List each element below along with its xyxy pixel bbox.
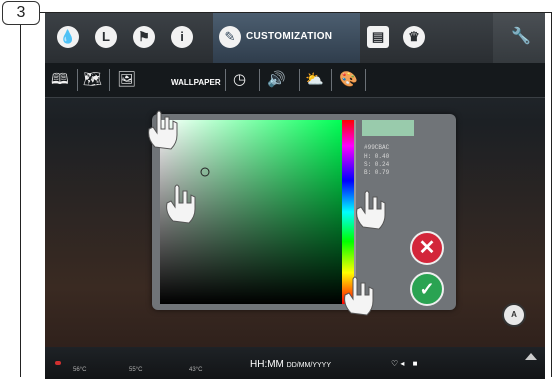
- time: HH:MM: [250, 359, 284, 370]
- divider: [109, 69, 110, 91]
- status-icons: ♡ ◂ ■: [391, 359, 418, 368]
- clock: HH:MM DD/MM/YYYY: [250, 359, 331, 370]
- wrench-icon: 🔧: [511, 28, 531, 45]
- tab-settings[interactable]: 🔧: [493, 13, 545, 63]
- status-led: [55, 361, 61, 365]
- info-icon[interactable]: i: [171, 26, 193, 48]
- oven-screen: 💧 L ⚑ i ✎ CUSTOMIZATION ▤ ♛ 🔧 🕮 🗺 🖼 WALL…: [45, 13, 545, 379]
- device-icon: ■: [412, 359, 418, 368]
- chef-icon[interactable]: ♛: [403, 26, 425, 48]
- weather-icon[interactable]: ⛅: [305, 70, 324, 90]
- expand-caret-icon[interactable]: [525, 353, 537, 360]
- sv-cursor: [200, 167, 210, 177]
- brightness-value: B: 0.79: [364, 169, 390, 176]
- swipe-hand-icon: [356, 190, 386, 230]
- date: DD/MM/YYYY: [286, 362, 332, 369]
- temperature-readout: 43°C: [189, 367, 203, 373]
- step-badge: 3: [2, 1, 40, 25]
- confirm-button[interactable]: ✓: [410, 272, 444, 306]
- divider: [77, 69, 78, 91]
- timer-icon[interactable]: L: [95, 26, 117, 48]
- top-bar: 💧 L ⚑ i ✎ CUSTOMIZATION ▤ ♛ 🔧: [45, 13, 545, 63]
- temperature-readout: 55°C: [129, 367, 143, 373]
- wifi-icon: ♡: [391, 359, 399, 368]
- saturation-value: S: 0.24: [364, 161, 390, 168]
- water-drop-icon[interactable]: 💧: [57, 26, 79, 48]
- wallpaper-label: WALLPAPER: [171, 78, 221, 87]
- swipe-hand-icon: [148, 110, 178, 150]
- clock-icon[interactable]: ◷: [233, 70, 246, 90]
- divider: [299, 69, 300, 91]
- grid-icon[interactable]: ▤: [367, 26, 389, 48]
- divider: [331, 69, 332, 91]
- hex-value: #99CBAC: [364, 144, 390, 151]
- status-bar: 56°C 55°C 43°C HH:MM DD/MM/YYYY ♡ ◂ ■: [45, 347, 545, 379]
- font-button[interactable]: A: [502, 303, 526, 327]
- swipe-hand-icon: [344, 276, 374, 316]
- sound-icon: ◂: [400, 359, 405, 368]
- hue-value: H: 0.40: [364, 153, 390, 160]
- wallpaper-icon[interactable]: 🖼: [117, 70, 136, 90]
- selected-color-swatch: [362, 120, 414, 136]
- palette-icon[interactable]: 🎨: [339, 70, 358, 90]
- book-icon[interactable]: 🕮: [51, 70, 69, 90]
- temperature-readout: 56°C: [73, 367, 87, 373]
- cancel-button[interactable]: ✕: [410, 231, 444, 265]
- divider: [365, 69, 366, 91]
- pencil-icon: ✎: [219, 26, 241, 48]
- divider: [225, 69, 226, 91]
- tab-customization[interactable]: ✎ CUSTOMIZATION: [213, 13, 360, 63]
- divider: [259, 69, 260, 91]
- speaker-icon[interactable]: 🔊: [267, 70, 286, 90]
- book-map-icon[interactable]: 🗺: [83, 70, 102, 90]
- customization-label: CUSTOMIZATION: [246, 31, 333, 42]
- sub-menu-bar: 🕮 🗺 🖼 WALLPAPER ◷ 🔊 ⛅ 🎨: [45, 63, 545, 98]
- flag-icon[interactable]: ⚑: [133, 26, 155, 48]
- swipe-hand-icon: [166, 184, 196, 224]
